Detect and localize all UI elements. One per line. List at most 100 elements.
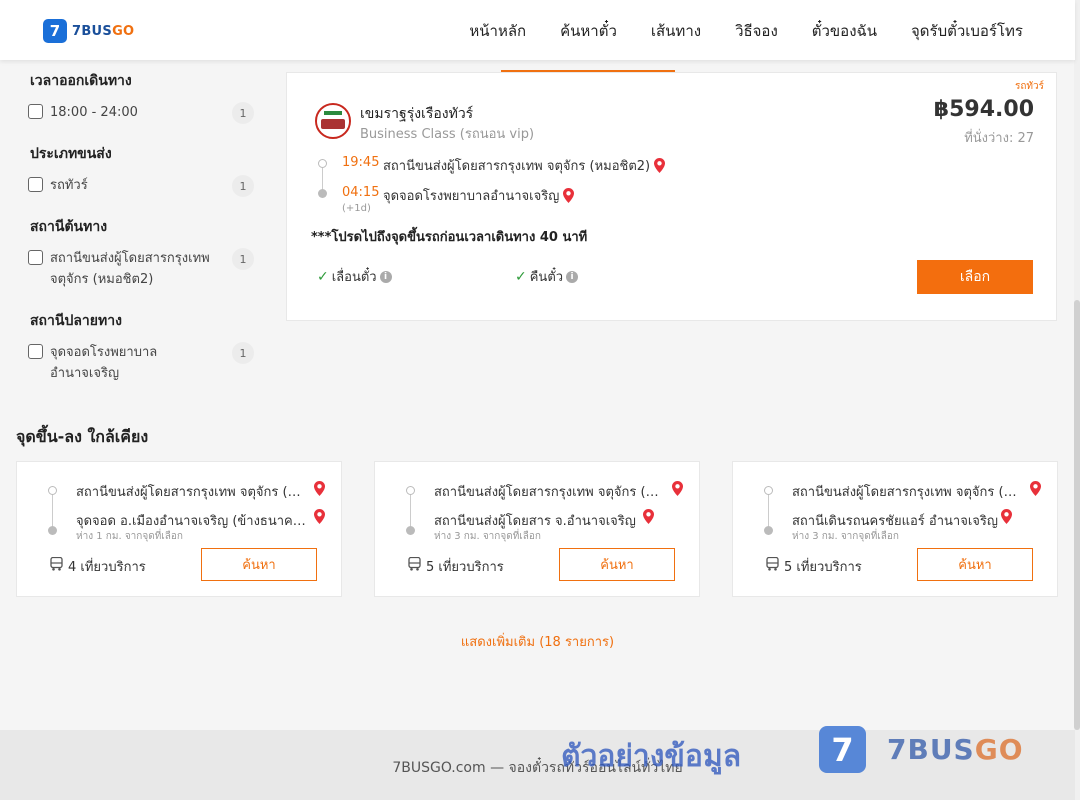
bus-icon (50, 557, 63, 571)
boarding-notice: ***โปรดไปถึงจุดขึ้นรถก่อนเวลาเดินทาง 40 … (311, 230, 588, 245)
feature-refund: ✓ คืนตั๋ว i (515, 266, 579, 287)
origin-dot (318, 159, 327, 168)
map-pin-icon[interactable] (672, 481, 683, 496)
ticket-price: ฿594.00 (933, 97, 1034, 122)
filter-title: สถานีปลายทาง (30, 313, 122, 329)
destination-dot (764, 526, 773, 535)
top-header: 7 7BUSGO หน้าหลัก ค้นหาตั๋ว เส้นทาง วิธี… (0, 0, 1075, 60)
nearby-origin: สถานีขนส่งผู้โดยสารกรุงเทพ จตุจักร (หมอช… (434, 485, 664, 500)
filter-option[interactable]: จุดจอดโรงพยาบาลอำนาจเจริญ 1 (28, 342, 256, 384)
nav-routes[interactable]: เส้นทาง (651, 19, 701, 43)
filter-count: 1 (232, 342, 254, 364)
nearby-search-button[interactable]: ค้นหา (201, 548, 317, 581)
filter-group-transport-type: ประเภทขนส่ง รถทัวร์ 1 (28, 143, 256, 197)
page-scrollbar[interactable] (1074, 0, 1080, 800)
depart-stop[interactable]: สถานีขนส่งผู้โดยสารกรุงเทพ จตุจักร (หมอช… (383, 155, 666, 176)
nearby-distance: ห่าง 1 กม. จากจุดที่เลือก (76, 531, 183, 542)
nav-search-ticket[interactable]: ค้นหาตั๋ว (560, 19, 617, 43)
nearby-distance: ห่าง 3 กม. จากจุดที่เลือก (434, 531, 541, 542)
filter-title: เวลาออกเดินทาง (30, 73, 132, 89)
nearby-search-button[interactable]: ค้นหา (559, 548, 675, 581)
nearby-card: สถานีขนส่งผู้โดยสารกรุงเทพ จตุจักร (หมอช… (16, 461, 342, 597)
filter-group-departure-time: เวลาออกเดินทาง 18:00 - 24:00 1 (28, 70, 256, 124)
filter-option[interactable]: สถานีขนส่งผู้โดยสารกรุงเทพ จตุจักร (หมอช… (28, 248, 256, 290)
timeline-line (768, 494, 769, 528)
filter-count: 1 (232, 248, 254, 270)
nearby-trip-count: 4 เที่ยวบริการ (68, 560, 146, 575)
logo-text: 7BUSGO (72, 23, 135, 39)
origin-dot (48, 486, 57, 495)
watermark-text: ตัวอย่างข้อมูล (561, 739, 742, 774)
map-pin-icon[interactable] (654, 158, 666, 173)
nearby-card: สถานีขนส่งผู้โดยสารกรุงเทพ จตุจักร (หมอช… (374, 461, 700, 597)
nearby-trip-count: 5 เที่ยวบริการ (784, 560, 862, 575)
origin-dot (764, 486, 773, 495)
timeline-line (410, 494, 411, 528)
main-nav: หน้าหลัก ค้นหาตั๋ว เส้นทาง วิธีจอง ตั๋วข… (469, 19, 1023, 43)
nav-ticket-pickup[interactable]: จุดรับตั๋วเบอร์โทร (911, 19, 1023, 43)
bus-icon (766, 557, 779, 571)
nearby-origin: สถานีขนส่งผู้โดยสารกรุงเทพ จตุจักร (หมอช… (76, 485, 306, 500)
bus-class: Business Class (รถนอน vip) (360, 127, 535, 142)
scrollbar-thumb[interactable] (1074, 300, 1080, 730)
depart-time: 19:45 (342, 155, 380, 170)
nav-home[interactable]: หน้าหลัก (469, 19, 526, 43)
nearby-trip-count: 5 เที่ยวบริการ (426, 560, 504, 575)
nearby-search-button[interactable]: ค้นหา (917, 548, 1033, 581)
nearby-destination: สถานีเดินรถนครชัยแอร์ อำนาจเจริญ (792, 514, 998, 529)
filter-count: 1 (232, 102, 254, 124)
map-pin-icon[interactable] (314, 481, 325, 496)
nearby-origin: สถานีขนส่งผู้โดยสารกรุงเทพ จตุจักร (หมอช… (792, 485, 1022, 500)
next-day-indicator: (+1d) (342, 203, 371, 214)
nearby-destination: จุดจอด อ.เมืองอำนาจเจริญ (ข้างธนาคาร) (76, 514, 306, 529)
feature-label: คืนตั๋ว (529, 270, 564, 285)
destination-dot (406, 526, 415, 535)
arrive-stop-label: จุดจอดโรงพยาบาลอำนาจเจริญ (383, 189, 560, 204)
arrive-time: 04:15 (342, 185, 380, 200)
filter-checkbox[interactable] (28, 177, 43, 192)
info-icon[interactable]: i (379, 270, 392, 283)
arrive-stop[interactable]: จุดจอดโรงพยาบาลอำนาจเจริญ (383, 185, 575, 206)
filter-option[interactable]: รถทัวร์ 1 (28, 175, 256, 197)
select-trip-button[interactable]: เลือก (917, 260, 1033, 294)
map-pin-icon[interactable] (1030, 481, 1041, 496)
operator-logo (315, 103, 351, 139)
watermark-logo-mark: 7 (819, 726, 866, 773)
filter-checkbox[interactable] (28, 344, 43, 359)
filter-option[interactable]: 18:00 - 24:00 1 (28, 102, 256, 124)
feature-label: เลื่อนตั๋ว (331, 270, 377, 285)
filter-label: รถทัวร์ (50, 178, 88, 193)
feature-reschedule: ✓ เลื่อนตั๋ว i (317, 266, 392, 287)
operator-name: เขมราฐรุ่งเรืองทัวร์ (360, 106, 474, 122)
available-seats: ที่นั่งว่าง: 27 (964, 131, 1034, 146)
nav-how-to-book[interactable]: วิธีจอง (735, 19, 778, 43)
nearby-destination: สถานีขนส่งผู้โดยสาร จ.อำนาจเจริญ (434, 514, 636, 529)
map-pin-icon[interactable] (314, 509, 325, 524)
nearby-section-title: จุดขึ้น-ลง ใกล้เคียง (16, 427, 149, 446)
nav-my-tickets[interactable]: ตั๋วของฉัน (812, 19, 877, 43)
info-icon[interactable]: i (566, 270, 579, 283)
check-icon: ✓ (317, 268, 329, 285)
map-pin-icon[interactable] (643, 509, 654, 524)
bus-icon (408, 557, 421, 571)
filter-label: จุดจอดโรงพยาบาลอำนาจเจริญ (50, 345, 158, 381)
destination-dot (318, 189, 327, 198)
map-pin-icon[interactable] (563, 188, 575, 203)
origin-dot (406, 486, 415, 495)
show-more-link[interactable]: แสดงเพิ่มเติม (18 รายการ) (0, 631, 1075, 652)
filter-checkbox[interactable] (28, 250, 43, 265)
filter-label: สถานีขนส่งผู้โดยสารกรุงเทพ จตุจักร (หมอช… (50, 251, 210, 287)
watermark-brand: 7BUSGO (887, 733, 1024, 766)
nearby-card: สถานีขนส่งผู้โดยสารกรุงเทพ จตุจักร (หมอช… (732, 461, 1058, 597)
filter-title: สถานีต้นทาง (30, 219, 108, 235)
filter-group-destination: สถานีปลายทาง จุดจอดโรงพยาบาลอำนาจเจริญ 1 (28, 310, 256, 384)
logo-mark: 7 (43, 19, 67, 43)
transport-type-badge: รถทัวร์ (1014, 81, 1044, 92)
map-pin-icon[interactable] (1001, 509, 1012, 524)
filter-checkbox[interactable] (28, 104, 43, 119)
depart-stop-label: สถานีขนส่งผู้โดยสารกรุงเทพ จตุจักร (หมอช… (383, 159, 651, 174)
trip-card: รถทัวร์ เขมราฐรุ่งเรืองทัวร์ Business Cl… (286, 72, 1057, 321)
filter-count: 1 (232, 175, 254, 197)
brand-logo[interactable]: 7 7BUSGO (43, 19, 134, 43)
filter-label: 18:00 - 24:00 (50, 105, 138, 120)
